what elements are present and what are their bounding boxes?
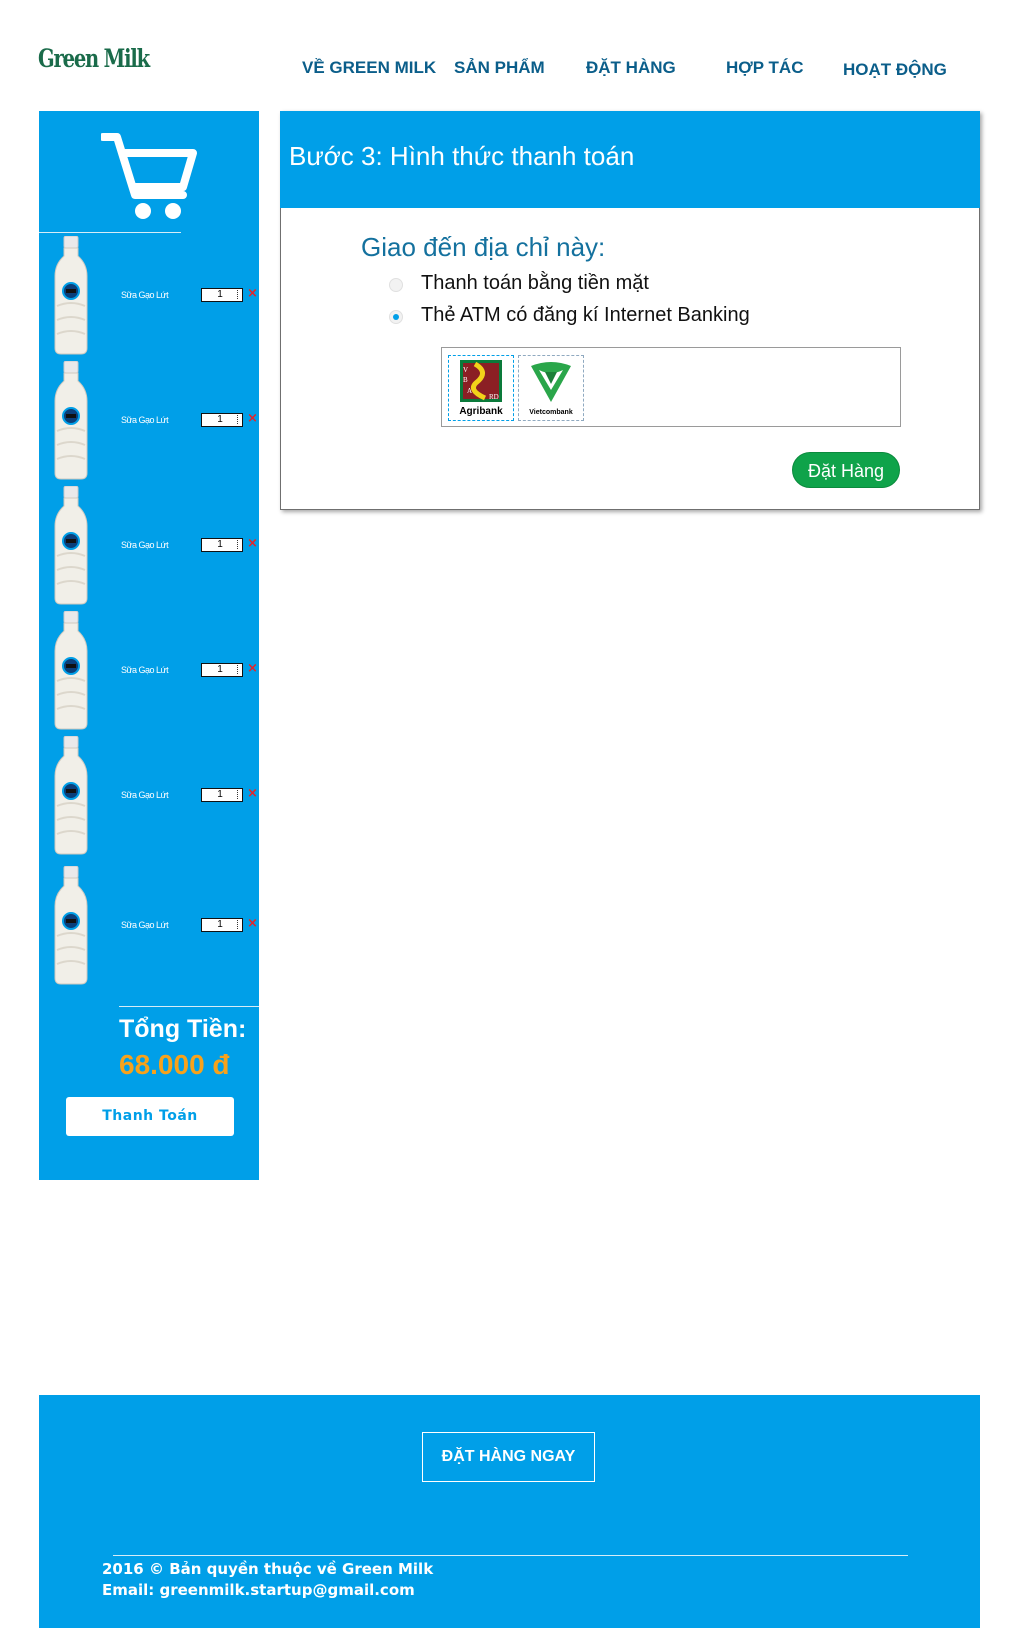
remove-item-icon[interactable]: × xyxy=(247,537,258,551)
remove-item-icon[interactable]: × xyxy=(247,662,258,676)
cart-item: Sữa Gạo Lứt 1 × xyxy=(39,232,259,357)
place-order-button[interactable]: Đặt Hàng xyxy=(792,452,900,488)
cart-item: Sữa Gạo Lứt 1 × xyxy=(39,732,259,857)
nav-products[interactable]: SẢN PHẨM xyxy=(454,58,545,78)
order-now-button[interactable]: ĐẶT HÀNG NGAY xyxy=(422,1432,595,1482)
bank-selector: V B A RD Agribank Vietcombank xyxy=(441,347,901,427)
cart-item-name: Sữa Gạo Lứt xyxy=(121,540,169,550)
payment-panel: Bước 3: Hình thức thanh toán Giao đến đị… xyxy=(280,111,980,510)
footer-divider xyxy=(113,1555,908,1556)
milk-bottle-icon xyxy=(54,486,88,605)
svg-text:B: B xyxy=(463,376,468,384)
nav-partner[interactable]: HỢP TÁC xyxy=(726,58,803,78)
cart-item: Sữa Gạo Lứt 1 × xyxy=(39,862,259,987)
logo[interactable]: Green Milk xyxy=(38,44,150,73)
agribank-logo-icon: V B A RD xyxy=(460,360,502,402)
cart-item-name: Sữa Gạo Lứt xyxy=(121,415,169,425)
bank-name-agribank: Agribank xyxy=(459,406,503,417)
panel-title: Bước 3: Hình thức thanh toán xyxy=(289,141,635,171)
remove-item-icon[interactable]: × xyxy=(247,412,258,426)
cart-item-name: Sữa Gạo Lứt xyxy=(121,665,169,675)
cart-icon xyxy=(101,133,197,219)
nav-about[interactable]: VỀ GREEN MILK xyxy=(302,58,436,78)
shipping-title: Giao đến địa chỉ này: xyxy=(361,232,606,262)
milk-bottle-icon xyxy=(54,236,88,355)
remove-item-icon[interactable]: × xyxy=(247,787,258,801)
quantity-input[interactable]: 1 xyxy=(201,663,243,677)
quantity-input[interactable]: 1 xyxy=(201,918,243,932)
svg-text:V: V xyxy=(463,366,468,374)
bank-agribank[interactable]: V B A RD Agribank xyxy=(448,355,514,421)
milk-bottle-icon xyxy=(54,866,88,985)
bank-name-vietcombank: Vietcombank xyxy=(529,409,573,416)
cart-item-name: Sữa Gạo Lứt xyxy=(121,290,169,300)
contact-email[interactable]: Email: greenmilk.startup@gmail.com xyxy=(102,1581,415,1599)
milk-bottle-icon xyxy=(54,736,88,855)
remove-item-icon[interactable]: × xyxy=(247,287,258,301)
cart-sidebar: Sữa Gạo Lứt 1 × Sữa Gạo Lứt 1 × Sữa Gạo Lứt 1 × S… xyxy=(39,111,259,1180)
total-divider xyxy=(119,1006,259,1007)
milk-bottle-icon xyxy=(54,361,88,480)
footer: ĐẶT HÀNG NGAY 2016 © Bản quyền thuộc về … xyxy=(39,1395,980,1628)
radio-atm[interactable] xyxy=(389,310,403,324)
bank-vietcombank[interactable]: Vietcombank xyxy=(518,355,584,421)
total-value: 68.000 đ xyxy=(119,1049,230,1080)
total-label: Tổng Tiền: xyxy=(119,1015,247,1043)
checkout-button[interactable]: Thanh Toán xyxy=(66,1097,234,1136)
vietcombank-logo-icon xyxy=(531,362,571,402)
cart-item: Sữa Gạo Lứt 1 × xyxy=(39,607,259,732)
quantity-input[interactable]: 1 xyxy=(201,413,243,427)
remove-item-icon[interactable]: × xyxy=(247,917,258,931)
radio-cash[interactable] xyxy=(389,278,403,292)
cart-item: Sữa Gạo Lứt 1 × xyxy=(39,357,259,482)
quantity-input[interactable]: 1 xyxy=(201,288,243,302)
quantity-input[interactable]: 1 xyxy=(201,788,243,802)
svg-text:A: A xyxy=(467,387,472,395)
panel-header: Bước 3: Hình thức thanh toán xyxy=(280,111,980,208)
svg-text:RD: RD xyxy=(489,393,499,401)
quantity-input[interactable]: 1 xyxy=(201,538,243,552)
nav-activities[interactable]: HOẠT ĐỘNG xyxy=(843,60,947,80)
option-cash-label[interactable]: Thanh toán bằng tiền mặt xyxy=(421,272,649,295)
cart-item-name: Sữa Gạo Lứt xyxy=(121,790,169,800)
cart-item: Sữa Gạo Lứt 1 × xyxy=(39,482,259,607)
copyright-text: 2016 © Bản quyền thuộc về Green Milk xyxy=(102,1560,434,1578)
option-atm-label[interactable]: Thẻ ATM có đăng kí Internet Banking xyxy=(421,304,750,327)
milk-bottle-icon xyxy=(54,611,88,730)
cart-item-name: Sữa Gạo Lứt xyxy=(121,920,169,930)
nav-order[interactable]: ĐẶT HÀNG xyxy=(586,58,676,78)
